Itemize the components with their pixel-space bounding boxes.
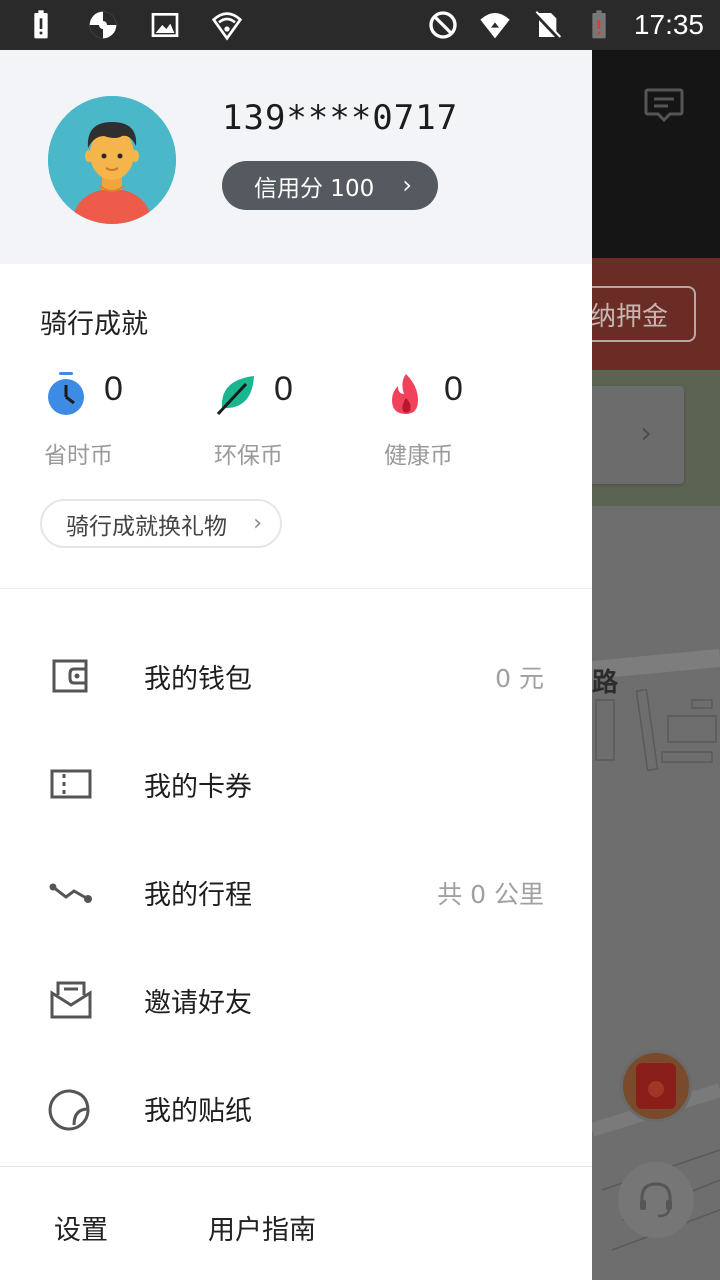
background-map-app: 纳押金 › 路 xyxy=(592,50,720,1280)
menu-item-label: 邀请好友 xyxy=(144,988,252,1019)
coin-label: 健康币 xyxy=(384,443,453,469)
sync-icon xyxy=(86,8,120,42)
phone-number: 139****0717 xyxy=(222,98,459,138)
coin-label: 环保币 xyxy=(214,443,283,469)
menu-item-label: 我的行程 xyxy=(144,880,252,911)
coin-label: 省时币 xyxy=(44,443,113,469)
chevron-right-icon: › xyxy=(402,171,412,199)
settings-link[interactable]: 设置 xyxy=(54,1208,108,1247)
leaf-icon xyxy=(216,376,254,416)
coin-eco[interactable]: 0 环保币 xyxy=(214,368,374,469)
coin-value: 0 xyxy=(104,370,123,408)
menu-item-coupons[interactable]: 我的卡券 xyxy=(0,733,592,833)
menu-item-stickers[interactable]: 我的贴纸 xyxy=(0,1057,592,1157)
exchange-gift-button[interactable]: 骑行成就换礼物 › xyxy=(40,499,282,548)
coin-value: 0 xyxy=(444,370,463,408)
user-guide-link[interactable]: 用户指南 xyxy=(208,1208,316,1247)
profile-header: 139****0717 信用分 100 › xyxy=(0,50,592,264)
avatar[interactable] xyxy=(48,96,176,224)
menu-item-label: 我的钱包 xyxy=(144,664,252,695)
chevron-right-icon: › xyxy=(253,511,262,536)
no-sim-icon xyxy=(530,8,564,42)
credit-score-label: 信用分 100 xyxy=(254,175,375,202)
credit-score-button[interactable]: 信用分 100 › xyxy=(222,161,438,210)
coin-value: 0 xyxy=(274,370,293,408)
wifi-icon xyxy=(478,8,512,42)
battery-alert-icon xyxy=(24,8,58,42)
do-not-disturb-icon xyxy=(426,8,460,42)
divider xyxy=(0,588,592,589)
map-info-card[interactable]: › xyxy=(592,386,684,484)
battery-low-icon xyxy=(582,8,616,42)
divider xyxy=(0,1166,592,1167)
menu-item-invite[interactable]: 邀请好友 xyxy=(0,949,592,1049)
red-packet-icon xyxy=(636,1063,676,1109)
menu-item-wallet[interactable]: 我的钱包 0 元 xyxy=(0,625,592,725)
wallet-icon xyxy=(52,659,88,693)
coin-time-saving[interactable]: 0 省时币 xyxy=(44,368,204,469)
wallet-balance: 0 元 xyxy=(495,664,544,693)
deposit-button[interactable]: 纳押金 xyxy=(592,286,696,342)
clock-time: 17:35 xyxy=(633,9,704,40)
menu-item-label: 我的贴纸 xyxy=(144,1096,252,1127)
chevron-right-icon: › xyxy=(640,416,652,451)
message-icon[interactable] xyxy=(642,86,686,126)
flame-icon xyxy=(392,374,418,414)
menu-item-trips[interactable]: 我的行程 共 0 公里 xyxy=(0,841,592,941)
trip-icon xyxy=(49,883,92,903)
exchange-gift-label: 骑行成就换礼物 xyxy=(66,513,227,540)
sticker-icon xyxy=(48,1089,90,1131)
menu-item-label: 我的卡券 xyxy=(144,772,252,803)
red-packet-button[interactable] xyxy=(620,1050,692,1122)
map-header xyxy=(592,50,720,258)
trip-distance: 共 0 公里 xyxy=(437,880,544,909)
road-label: 路 xyxy=(592,668,619,698)
coupon-icon xyxy=(50,769,92,799)
navigation-drawer: 139****0717 信用分 100 › 骑行成就 0 省时币 0 环保币 0… xyxy=(0,50,592,1280)
stopwatch-icon xyxy=(48,372,84,415)
achievements-title: 骑行成就 xyxy=(40,309,148,340)
status-bar: 17:35 xyxy=(0,0,720,50)
customer-service-button[interactable] xyxy=(618,1162,694,1238)
shield-wifi-icon xyxy=(210,8,244,42)
invite-envelope-icon xyxy=(50,981,92,1019)
headset-icon xyxy=(640,1182,672,1218)
image-icon xyxy=(148,8,182,42)
coin-health[interactable]: 0 健康币 xyxy=(384,368,544,469)
map-area[interactable] xyxy=(592,370,720,1280)
